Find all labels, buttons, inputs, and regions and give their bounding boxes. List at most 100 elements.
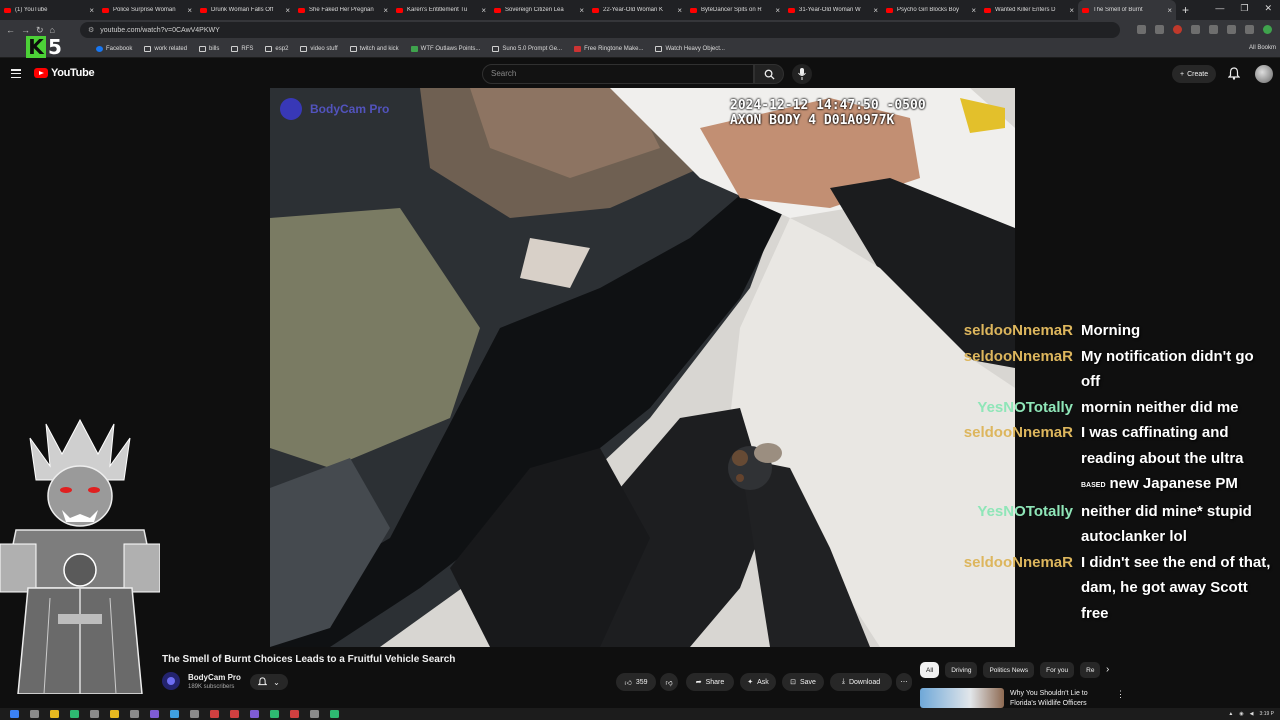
subscribed-button[interactable]: ⌄ (250, 674, 288, 690)
profile-icon[interactable] (1263, 25, 1272, 34)
chrome-icon[interactable] (230, 710, 239, 718)
app-icon[interactable] (150, 710, 159, 718)
sidebar-icon[interactable] (1245, 25, 1254, 34)
app-icon[interactable] (170, 710, 179, 718)
bookmark-star-icon[interactable] (1155, 25, 1164, 34)
app-icon[interactable] (290, 710, 299, 718)
close-window-icon[interactable]: ✕ (1264, 3, 1272, 14)
url-field[interactable]: ⚙ youtube.com/watch?v=0CAwV4PKWY (80, 22, 1120, 38)
bookmark-item[interactable]: work related (144, 45, 187, 52)
extension-icon[interactable] (1209, 25, 1218, 34)
like-button[interactable]: 👍︎ 359 (616, 673, 656, 691)
chip-driving[interactable]: Driving (945, 662, 978, 678)
volume-icon[interactable]: ◀ (1250, 711, 1254, 717)
close-tab-icon[interactable]: × (383, 6, 388, 15)
browser-tab[interactable]: 31-Year-Old Woman W × (784, 0, 882, 20)
menu-icon[interactable] (11, 69, 21, 79)
chevron-right-icon[interactable]: › (1106, 664, 1109, 675)
reload-icon[interactable]: ↻ (36, 25, 44, 36)
extensions-puzzle-icon[interactable] (1227, 25, 1236, 34)
chip-all[interactable]: All (920, 662, 940, 678)
maximize-icon[interactable]: ❐ (1240, 3, 1248, 14)
settings-icon[interactable] (310, 710, 319, 718)
browser-tab[interactable]: Police Surprise Woman × (98, 0, 196, 20)
app-icon[interactable] (330, 710, 339, 718)
browser-tab[interactable]: ByteDancer Spits on R × (686, 0, 784, 20)
browser-tab[interactable]: Drunk Woman Falls Off × (196, 0, 294, 20)
bookmark-item[interactable]: Suno 5.0 Prompt Ge... (492, 45, 562, 52)
close-tab-icon[interactable]: × (775, 6, 780, 15)
download-button[interactable]: ⤓ Download (830, 673, 892, 691)
app-icon[interactable] (110, 710, 119, 718)
browser-tab[interactable]: Psycho Girl Blocks Boy × (882, 0, 980, 20)
more-actions-button[interactable]: ⋯ (896, 673, 912, 691)
search-icon[interactable] (30, 710, 39, 718)
browser-tab[interactable]: (1) YouTube × (0, 0, 98, 20)
app-icon[interactable] (130, 710, 139, 718)
clock[interactable]: 3:19 P (1260, 711, 1274, 717)
youtube-logo[interactable]: YouTube (34, 67, 95, 79)
bookmark-item[interactable]: video stuff (300, 45, 338, 52)
network-icon[interactable]: ◉ (1239, 711, 1243, 717)
bookmark-item[interactable]: twitch and kick (349, 45, 399, 52)
close-tab-icon[interactable]: × (481, 6, 486, 15)
file-explorer-icon[interactable] (50, 710, 59, 718)
home-icon[interactable]: ⌂ (50, 25, 55, 36)
recommended-video-title[interactable]: Why You Shouldn't Lie to Florida's Wildl… (1010, 689, 1110, 709)
search-input[interactable]: Search (482, 64, 754, 84)
notifications-bell-icon[interactable] (1228, 67, 1240, 80)
minimize-icon[interactable]: — (1215, 3, 1224, 14)
close-tab-icon[interactable]: × (1167, 6, 1172, 15)
recommended-video-thumbnail[interactable] (920, 688, 1004, 708)
close-tab-icon[interactable]: × (971, 6, 976, 15)
chip-politics-news[interactable]: Politics News (983, 662, 1035, 678)
dislike-button[interactable]: 👎︎ (660, 673, 678, 691)
bookmark-item[interactable]: RFS (231, 45, 253, 52)
voice-search-button[interactable] (792, 64, 812, 84)
new-tab-button[interactable]: + (1182, 3, 1189, 17)
channel-avatar[interactable] (162, 672, 180, 690)
bookmark-item[interactable]: WTF Outlaws Points... (410, 45, 480, 52)
more-vertical-icon[interactable]: ⋮ (1116, 689, 1125, 700)
discord-icon[interactable] (250, 710, 259, 718)
app-icon[interactable] (190, 710, 199, 718)
extension-icon[interactable] (1191, 25, 1200, 34)
back-icon[interactable]: ← (6, 25, 15, 36)
browser-tab[interactable]: Sovereign Citizen Lea × (490, 0, 588, 20)
bookmark-item[interactable]: bills (199, 45, 219, 52)
close-tab-icon[interactable]: × (579, 6, 584, 15)
close-tab-icon[interactable]: × (1069, 6, 1074, 15)
forward-icon[interactable]: → (21, 25, 30, 36)
close-tab-icon[interactable]: × (873, 6, 878, 15)
app-icon[interactable] (270, 710, 279, 718)
chip-related[interactable]: Re (1080, 662, 1101, 678)
ask-button[interactable]: ✦ Ask (740, 673, 776, 691)
browser-tab[interactable]: Wanted Killer Enters D × (980, 0, 1078, 20)
share-button[interactable]: ➦ Share (686, 673, 734, 691)
close-tab-icon[interactable]: × (677, 6, 682, 15)
bookmark-item[interactable]: Free Ringtone Make... (574, 45, 643, 52)
browser-tab[interactable]: 22-Year-Old Woman K × (588, 0, 686, 20)
bookmark-item[interactable]: Watch Heavy Object... (655, 45, 725, 52)
bookmark-item[interactable]: esp2 (265, 45, 288, 52)
app-icon[interactable] (70, 710, 79, 718)
video-player[interactable]: BodyCam Pro 2024-12-12 14:47:50 -0500 AX… (270, 88, 1015, 647)
tray-icon[interactable]: ▲ (1228, 711, 1233, 717)
close-tab-icon[interactable]: × (187, 6, 192, 15)
chip-for-you[interactable]: For you (1040, 662, 1075, 678)
save-button[interactable]: ⊡ Save (782, 673, 824, 691)
browser-tab[interactable]: Karen's Entitlement Tu × (392, 0, 490, 20)
search-button[interactable] (754, 64, 784, 84)
app-icon[interactable] (210, 710, 219, 718)
browser-tab[interactable]: She Faked Her Pregnan × (294, 0, 392, 20)
account-avatar[interactable] (1255, 65, 1273, 83)
cast-icon[interactable] (1137, 25, 1146, 34)
windows-start-icon[interactable] (10, 710, 19, 718)
all-bookmarks-button[interactable]: All Bookm (1249, 45, 1276, 51)
extension-icon[interactable] (1173, 25, 1182, 34)
site-info-icon[interactable]: ⚙ (88, 26, 94, 34)
bookmark-item[interactable]: Facebook (96, 45, 132, 52)
channel-name[interactable]: BodyCam Pro (188, 673, 241, 682)
browser-tab-active[interactable]: The Smell of Burnt × (1078, 0, 1176, 20)
close-tab-icon[interactable]: × (285, 6, 290, 15)
